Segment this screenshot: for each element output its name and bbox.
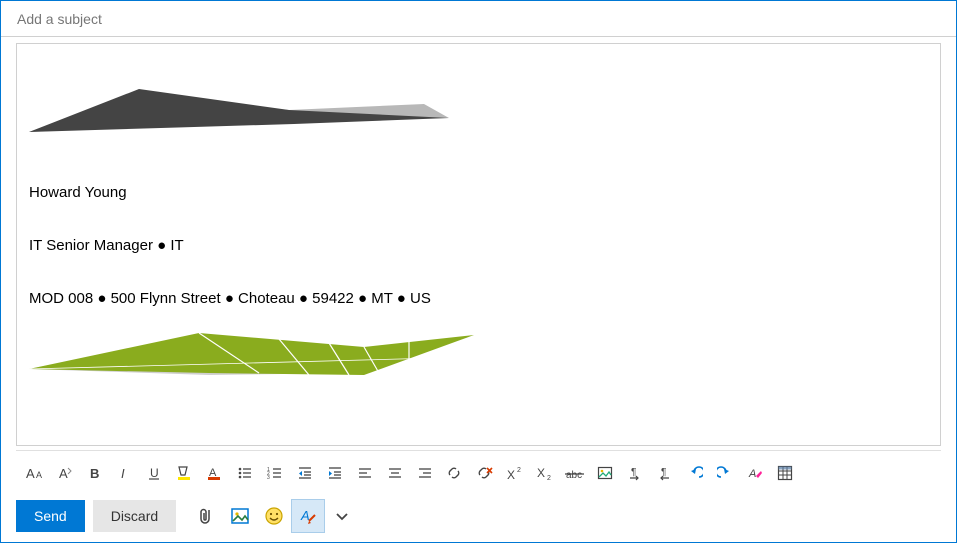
svg-text:¶: ¶ [631,467,636,478]
svg-text:X: X [507,468,515,481]
align-left-icon[interactable] [350,458,380,488]
signature-title: IT Senior Manager ● IT [29,237,928,254]
subject-input[interactable] [15,10,942,28]
subscript-icon[interactable]: X2 [530,458,560,488]
svg-text:X: X [537,466,545,480]
unlink-icon[interactable] [470,458,500,488]
discard-button[interactable]: Discard [93,500,176,532]
svg-text:A: A [36,470,42,480]
svg-text:A: A [26,466,35,481]
signature-bottom-graphic [29,325,928,399]
inline-image-icon[interactable] [224,500,256,532]
align-center-icon[interactable] [380,458,410,488]
font-size-icon[interactable]: AA [20,458,50,488]
font-color-icon[interactable]: A [200,458,230,488]
svg-text:B: B [90,466,99,481]
italic-icon[interactable]: I [110,458,140,488]
attach-icon[interactable] [190,500,222,532]
svg-text:abc: abc [566,470,582,481]
strikethrough-icon[interactable]: abc [560,458,590,488]
numbering-icon[interactable]: 123 [260,458,290,488]
svg-text:U: U [150,466,159,480]
message-body[interactable]: Howard Young IT Senior Manager ● IT MOD … [16,43,941,446]
ltr-icon[interactable]: ¶ [620,458,650,488]
format-toolbar: AA A B I U A 123 X2 X [16,450,941,494]
send-button[interactable]: Send [16,500,85,532]
svg-text:2: 2 [517,467,521,474]
bullets-icon[interactable] [230,458,260,488]
undo-icon[interactable] [680,458,710,488]
svg-text:A: A [748,468,756,480]
indent-icon[interactable] [320,458,350,488]
svg-text:2: 2 [547,475,551,481]
clear-format-icon[interactable]: A [740,458,770,488]
bold-icon[interactable]: B [80,458,110,488]
svg-text:3: 3 [267,475,270,481]
table-icon[interactable] [770,458,800,488]
svg-text:A: A [59,466,68,481]
rtl-icon[interactable]: ¶ [650,458,680,488]
emoji-icon[interactable] [258,500,290,532]
font-icon[interactable]: A [50,458,80,488]
svg-text:A: A [300,508,310,523]
superscript-icon[interactable]: X2 [500,458,530,488]
signature-address: MOD 008 ● 500 Flynn Street ● Choteau ● 5… [29,290,928,307]
underline-icon[interactable]: U [140,458,170,488]
signature-name: Howard Young [29,184,928,201]
link-icon[interactable] [440,458,470,488]
align-right-icon[interactable] [410,458,440,488]
redo-icon[interactable] [710,458,740,488]
signature-top-graphic [29,54,928,148]
svg-text:I: I [121,466,125,481]
highlight-icon[interactable] [170,458,200,488]
bottom-bar: Send Discard A [16,500,941,532]
outdent-icon[interactable] [290,458,320,488]
toggle-format-icon[interactable]: A [292,500,324,532]
more-actions-icon[interactable] [326,500,358,532]
insert-picture-icon[interactable] [590,458,620,488]
